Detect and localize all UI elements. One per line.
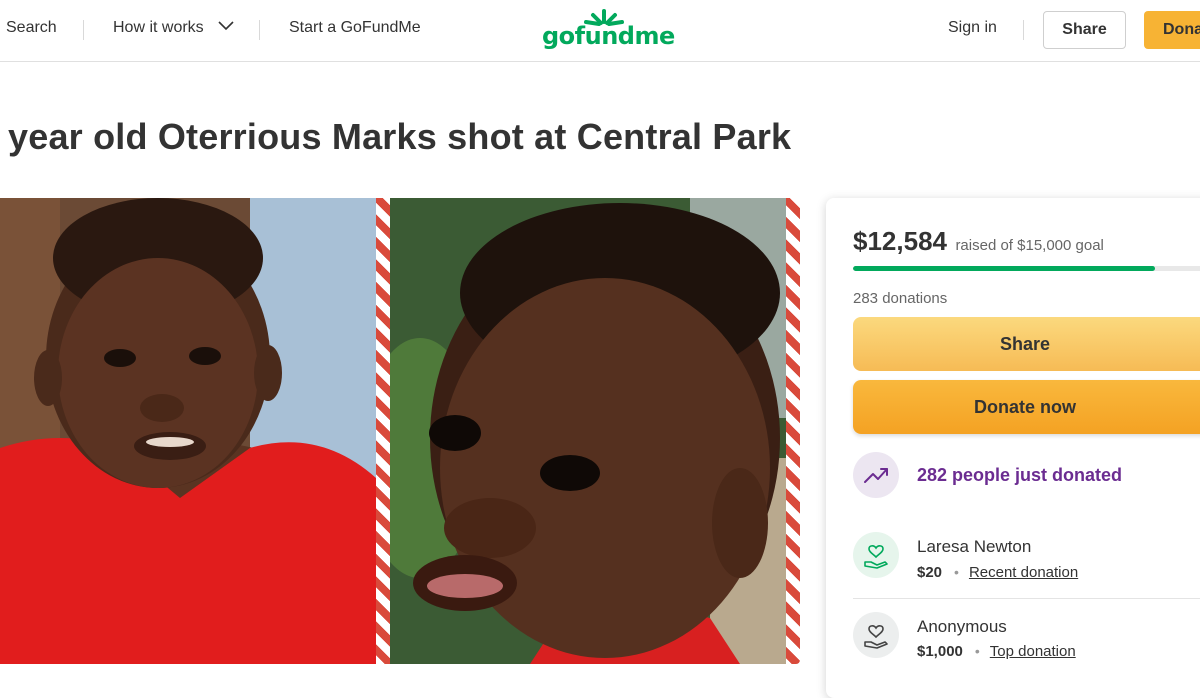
header-donate-button[interactable]: Donate	[1144, 11, 1200, 49]
donor-divider	[853, 598, 1200, 599]
campaign-title: year old Oterrious Marks shot at Central…	[8, 116, 792, 157]
nav-divider	[1023, 20, 1024, 40]
nav-divider	[259, 20, 260, 40]
donor-name: Laresa Newton	[917, 537, 1032, 556]
heart-hand-icon	[853, 532, 899, 578]
search-link[interactable]: Search	[6, 19, 57, 37]
donor-meta: $1,000 • Top donation	[917, 643, 1076, 660]
raised-goal-text: raised of $15,000 goal	[955, 237, 1104, 254]
recent-donation-link[interactable]: Recent donation	[969, 564, 1078, 581]
donation-count: 283 donations	[853, 290, 948, 307]
campaign-photo[interactable]	[0, 198, 800, 664]
donation-card: $12,584 raised of $15,000 goal 283 donat…	[826, 198, 1200, 698]
donor-amount: $1,000	[917, 643, 963, 660]
photo-right-panel	[390, 198, 786, 664]
header-share-button[interactable]: Share	[1043, 11, 1126, 49]
child-portrait-right	[390, 198, 786, 664]
chevron-down-icon	[218, 21, 234, 30]
share-button[interactable]: Share	[853, 317, 1200, 371]
child-portrait-left	[0, 198, 376, 664]
how-it-works-menu[interactable]: How it works	[113, 19, 234, 37]
donor-name: Anonymous	[917, 617, 1007, 636]
trending-up-icon	[853, 452, 899, 498]
raised-summary: $12,584 raised of $15,000 goal	[853, 226, 1104, 257]
raised-amount: $12,584	[853, 226, 947, 256]
donor-amount: $20	[917, 564, 943, 581]
top-header: Search How it works Start a GoFundMe gof…	[0, 0, 1200, 62]
start-gofundme-link[interactable]: Start a GoFundMe	[289, 19, 421, 37]
gofundme-logo[interactable]: gofundme	[542, 8, 675, 52]
recent-activity-text[interactable]: 282 people just donated	[917, 465, 1122, 486]
heart-hand-icon	[853, 612, 899, 658]
donate-now-button[interactable]: Donate now	[853, 380, 1200, 434]
nav-divider	[83, 20, 84, 40]
how-it-works-label: How it works	[113, 19, 204, 36]
progress-bar-fill	[853, 266, 1156, 271]
photo-left-panel	[0, 198, 376, 664]
separator-dot: •	[974, 643, 980, 659]
donor-meta: $20 • Recent donation	[917, 564, 1078, 581]
separator-dot: •	[954, 564, 959, 580]
sign-in-link[interactable]: Sign in	[948, 19, 997, 37]
top-donation-link[interactable]: Top donation	[990, 643, 1076, 660]
logo-wordmark: gofundme	[542, 22, 675, 50]
progress-bar	[853, 266, 1200, 271]
